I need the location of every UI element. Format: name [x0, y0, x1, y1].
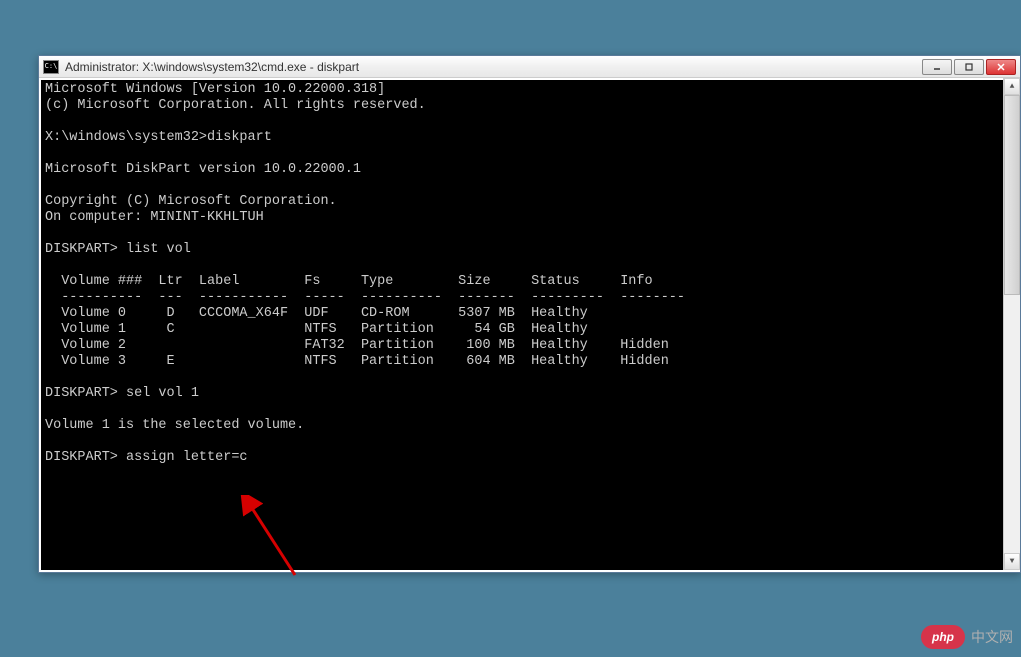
scroll-down-button[interactable]: ▼	[1004, 553, 1020, 570]
close-button[interactable]	[986, 59, 1016, 75]
table-row: Volume 1 C NTFS Partition 54 GB Healthy	[45, 322, 588, 337]
scroll-up-button[interactable]: ▲	[1004, 78, 1020, 95]
console-line: Volume 1 is the selected volume.	[45, 418, 304, 433]
cmd-icon: C:\	[43, 60, 59, 74]
cmd-window: C:\ Administrator: X:\windows\system32\c…	[38, 55, 1021, 573]
maximize-button[interactable]	[954, 59, 984, 75]
table-header: Volume ### Ltr Label Fs Type Size Status…	[45, 274, 653, 289]
console-line: Microsoft Windows [Version 10.0.22000.31…	[45, 82, 385, 97]
window-controls	[922, 59, 1016, 75]
console-line: Microsoft DiskPart version 10.0.22000.1	[45, 162, 361, 177]
watermark: php 中文网	[921, 625, 1013, 649]
table-row: Volume 2 FAT32 Partition 100 MB Healthy …	[45, 338, 669, 353]
watermark-text: 中文网	[971, 627, 1013, 647]
console-output[interactable]: Microsoft Windows [Version 10.0.22000.31…	[41, 80, 1018, 570]
watermark-logo: php	[921, 625, 965, 649]
console-prompt: DISKPART> list vol	[45, 242, 191, 257]
vertical-scrollbar[interactable]: ▲ ▼	[1003, 78, 1020, 570]
table-divider: ---------- --- ----------- ----- -------…	[45, 290, 685, 305]
console-prompt: DISKPART> sel vol 1	[45, 386, 199, 401]
console-line: (c) Microsoft Corporation. All rights re…	[45, 98, 426, 113]
table-row: Volume 3 E NTFS Partition 604 MB Healthy…	[45, 354, 669, 369]
minimize-button[interactable]	[922, 59, 952, 75]
titlebar[interactable]: C:\ Administrator: X:\windows\system32\c…	[39, 56, 1020, 78]
table-row: Volume 0 D CCCOMA_X64F UDF CD-ROM 5307 M…	[45, 306, 588, 321]
scroll-thumb[interactable]	[1004, 95, 1020, 295]
console-line: On computer: MININT-KKHLTUH	[45, 210, 264, 225]
console-prompt: X:\windows\system32>diskpart	[45, 130, 272, 145]
window-title: Administrator: X:\windows\system32\cmd.e…	[65, 60, 922, 74]
console-line: Copyright (C) Microsoft Corporation.	[45, 194, 337, 209]
console-prompt: DISKPART> assign letter=c	[45, 450, 248, 465]
